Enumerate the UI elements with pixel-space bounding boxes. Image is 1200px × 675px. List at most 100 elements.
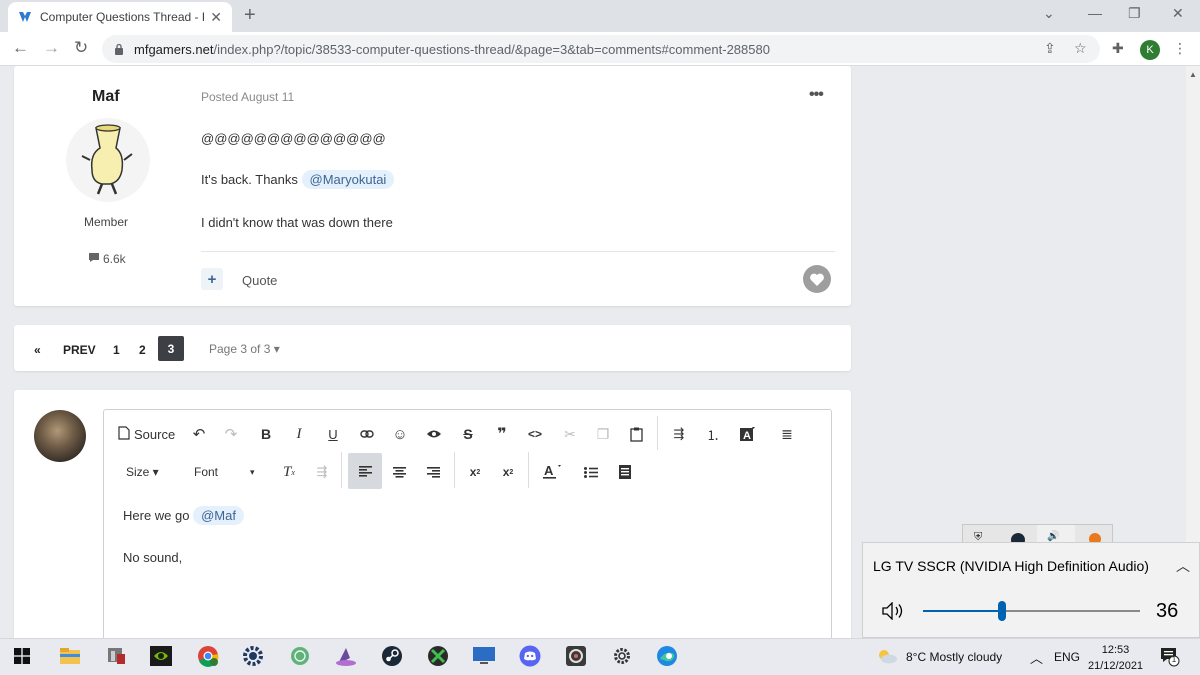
speaker-tray-icon[interactable]: 🔊	[1047, 531, 1059, 542]
new-tab-icon[interactable]: +	[244, 4, 256, 27]
share-icon[interactable]: ⇪	[1044, 40, 1056, 57]
align-left-icon[interactable]	[348, 453, 382, 489]
clear-format-icon[interactable]: Tx	[280, 462, 298, 482]
page-1-link[interactable]: 1	[113, 343, 120, 357]
reply-editor[interactable]	[103, 409, 832, 649]
nvidia-icon[interactable]	[149, 644, 173, 668]
bold-icon[interactable]: B	[257, 424, 275, 444]
notification-center-icon[interactable]: 1	[1160, 647, 1180, 670]
post-date[interactable]: Posted August 11	[201, 90, 294, 104]
desktop-app-icon[interactable]	[104, 644, 128, 668]
italic-icon[interactable]: I	[290, 424, 308, 444]
profile-avatar[interactable]: K	[1140, 40, 1160, 60]
cut-icon[interactable]: ✂	[561, 424, 579, 444]
size-dropdown[interactable]: Size ▾	[126, 462, 159, 482]
outdent-icon[interactable]: ⇶	[313, 462, 331, 482]
emoji-icon[interactable]: ☺	[391, 424, 409, 444]
weather-icon[interactable]	[876, 648, 898, 667]
copy-icon[interactable]: ❐	[594, 424, 612, 444]
spoiler-eye-icon[interactable]	[425, 424, 443, 444]
editor-mention-tag[interactable]: @Maf	[193, 506, 244, 525]
underline-icon[interactable]: U	[324, 424, 342, 444]
paste-icon[interactable]	[627, 424, 645, 444]
more-options-icon[interactable]: ≣	[778, 424, 796, 444]
first-page-button[interactable]: «	[34, 343, 41, 357]
extensions-icon[interactable]: ✚	[1112, 40, 1124, 57]
url-field[interactable]: mfgamers.net/index.php?/topic/38533-comp…	[102, 35, 1100, 63]
quote-button[interactable]: Quote	[242, 273, 277, 288]
multiquote-plus-button[interactable]: +	[201, 268, 223, 290]
align-center-icon[interactable]	[390, 462, 408, 482]
input-language[interactable]: ENG	[1054, 650, 1080, 664]
page-2-link[interactable]: 2	[139, 343, 146, 357]
text-color-icon[interactable]: A	[541, 460, 563, 482]
discord-icon[interactable]	[518, 644, 542, 668]
url-path: /index.php?/topic/38533-computer-questio…	[213, 41, 770, 57]
chrome-icon[interactable]	[196, 644, 220, 668]
browser-tab[interactable]: Computer Questions Thread - Pa ✕	[8, 2, 232, 32]
close-tab-icon[interactable]: ✕	[210, 9, 222, 26]
strikethrough-icon[interactable]: S	[459, 424, 477, 444]
volume-thumb[interactable]	[998, 601, 1006, 621]
wizard-app-icon[interactable]	[334, 644, 358, 668]
blockquote-icon[interactable]: ❞	[493, 424, 511, 444]
show-hidden-icons-chevron-icon[interactable]: ︿	[1030, 648, 1043, 667]
bookmark-star-icon[interactable]: ☆	[1074, 40, 1087, 57]
font-dropdown-caret[interactable]: ▾	[250, 462, 255, 482]
page-jump-dropdown[interactable]: Page 3 of 3 ▾	[209, 342, 280, 356]
audio-device-name[interactable]: LG TV SSCR (NVIDIA High Definition Audio…	[873, 558, 1149, 574]
code-icon[interactable]: <>	[526, 424, 544, 444]
bulleted-list-icon[interactable]	[582, 462, 600, 482]
author-avatar[interactable]	[66, 118, 150, 202]
volume-fill	[923, 610, 1002, 612]
subscript-icon[interactable]: x2	[499, 462, 517, 482]
restore-icon[interactable]: ❐	[1128, 5, 1141, 22]
settings-gear-icon[interactable]	[610, 644, 634, 668]
game-launcher-icon[interactable]	[426, 644, 450, 668]
current-page-indicator[interactable]: 3	[158, 336, 184, 361]
xbox-app-icon[interactable]	[288, 644, 312, 668]
user-avatar[interactable]	[34, 410, 86, 462]
undo-icon[interactable]: ↶	[190, 424, 208, 444]
post-author[interactable]: Maf	[92, 88, 120, 106]
forward-icon[interactable]: →	[43, 38, 60, 58]
post-line-3: I didn't know that was down there	[201, 215, 393, 230]
superscript-icon[interactable]: x2	[466, 462, 484, 482]
indent-icon[interactable]: ⇶	[670, 424, 688, 444]
system-clock[interactable]: 12:53 21/12/2021	[1088, 642, 1143, 674]
close-window-icon[interactable]: ✕	[1172, 5, 1184, 22]
link-icon[interactable]	[358, 424, 376, 444]
weather-text[interactable]: 8°C Mostly cloudy	[906, 650, 1002, 664]
cheat-engine-icon[interactable]	[241, 644, 265, 668]
chevron-up-icon[interactable]: ︿	[1176, 556, 1190, 576]
scroll-up-icon[interactable]: ▲	[1189, 70, 1197, 79]
tab-search-icon[interactable]: ⌄	[1043, 5, 1055, 22]
editor-line-1-text: Here we go	[123, 508, 190, 523]
back-icon[interactable]: ←	[12, 38, 29, 58]
reload-icon[interactable]: ↻	[74, 38, 88, 58]
post-options-icon[interactable]: •••	[809, 86, 824, 104]
mention-tag[interactable]: @Maryokutai	[301, 170, 395, 189]
remote-desktop-icon[interactable]	[472, 644, 496, 668]
format-style-icon[interactable]: A	[738, 424, 756, 444]
numbered-list-icon[interactable]: ⒈	[704, 424, 722, 444]
steam-icon[interactable]	[380, 644, 404, 668]
media-app-icon[interactable]	[564, 644, 588, 668]
speaker-icon[interactable]	[882, 601, 908, 625]
font-dropdown[interactable]: Font	[194, 462, 218, 482]
source-button[interactable]: Source	[118, 424, 175, 444]
volume-slider[interactable]	[923, 601, 1140, 621]
minimize-icon[interactable]: —	[1088, 5, 1102, 21]
source-doc-icon	[118, 425, 130, 443]
reaction-heart-button[interactable]	[803, 265, 831, 293]
author-reputation: 6.6k	[88, 252, 126, 266]
prev-page-button[interactable]: PREV	[63, 343, 96, 357]
redo-icon[interactable]: ↷	[222, 424, 240, 444]
menu-kebab-icon[interactable]: ⋮	[1173, 40, 1187, 57]
edge-icon[interactable]	[655, 644, 679, 668]
insert-block-icon[interactable]	[616, 462, 634, 482]
file-explorer-icon[interactable]	[58, 644, 82, 668]
windows-start-icon[interactable]	[10, 644, 34, 668]
hidden-icons-tray: ⛨ 🔊	[962, 524, 1113, 547]
align-right-icon[interactable]	[424, 462, 442, 482]
